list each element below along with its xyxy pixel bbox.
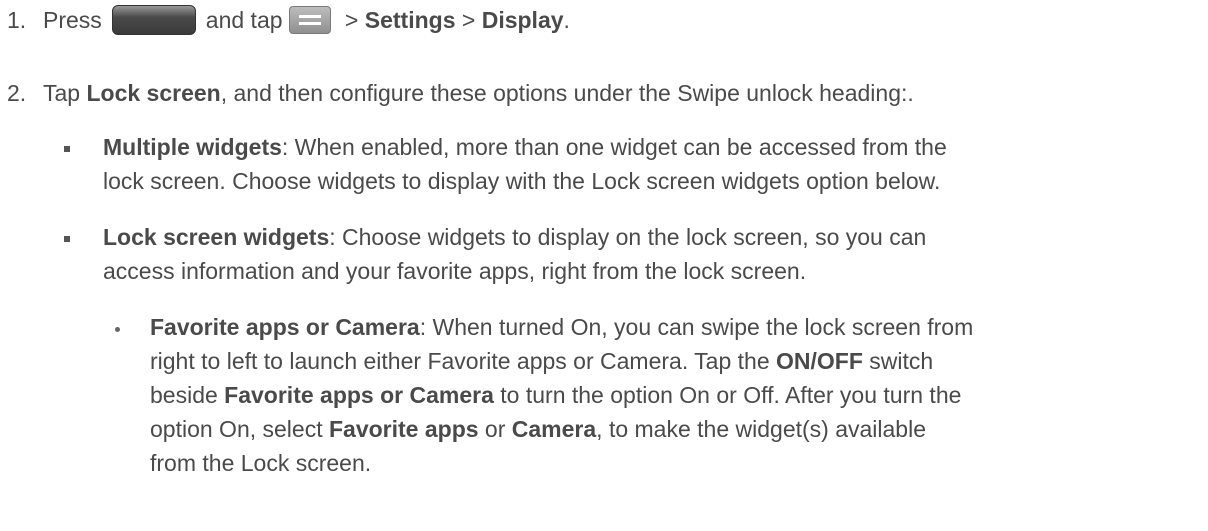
step-1-press-text: Press bbox=[43, 7, 102, 33]
display-label: Display bbox=[481, 7, 564, 33]
favorite-apps-or-camera-label: Favorite apps or Camera bbox=[224, 382, 494, 408]
step-2-tap-text: Tap bbox=[43, 80, 87, 106]
step-1-tap-text: and tap bbox=[205, 7, 283, 33]
option-multiple-widgets-desc-1: : When enabled, more than one widget can… bbox=[281, 134, 947, 160]
step-1-number: 1. bbox=[7, 7, 27, 33]
favorite-apps-label: Favorite apps bbox=[329, 416, 479, 442]
step-1-period: . bbox=[563, 7, 570, 33]
step-2-rest-text: , and then configure these options under… bbox=[220, 80, 914, 106]
option-multiple-widgets-line-2: lock screen. Choose widgets to display w… bbox=[103, 168, 941, 194]
suboption-desc-3a: beside bbox=[150, 382, 225, 408]
suboption-line-3: beside Favorite apps or Camera to turn t… bbox=[150, 378, 961, 412]
suboption-line-2: right to left to launch either Favorite … bbox=[150, 344, 933, 378]
lock-screen-label: Lock screen bbox=[86, 80, 221, 106]
step-1-text: Press and tap > Settings > Display. bbox=[43, 3, 570, 39]
suboption-line-4: option On, select Favorite apps or Camer… bbox=[150, 412, 926, 446]
option-lock-screen-widgets-line-1: Lock screen widgets: Choose widgets to d… bbox=[103, 220, 926, 254]
suboption-line-1: Favorite apps or Camera: When turned On,… bbox=[150, 310, 973, 344]
settings-label: Settings bbox=[364, 7, 456, 33]
step-1-sep-2: > bbox=[455, 7, 482, 33]
option-lock-screen-widgets-title: Lock screen widgets bbox=[103, 224, 330, 250]
step-1-sep-1: > bbox=[338, 7, 365, 33]
suboption-desc-4e: , to make the widget(s) available bbox=[596, 416, 926, 442]
suboption-desc-2c: switch bbox=[862, 348, 934, 374]
menu-key-icon bbox=[288, 5, 331, 34]
bullet-square bbox=[64, 146, 70, 152]
instruction-page: 1. Press and tap > Settings > Display. 2.… bbox=[0, 0, 1208, 531]
suboption-line-5: from the Lock screen. bbox=[150, 450, 372, 476]
bullet-dot bbox=[115, 327, 120, 332]
option-multiple-widgets-title: Multiple widgets bbox=[103, 134, 282, 160]
suboption-desc-1: : When turned On, you can swipe the lock… bbox=[419, 314, 974, 340]
home-key-icon bbox=[111, 4, 196, 35]
suboption-desc-4a: option On, select bbox=[150, 416, 329, 442]
step-2-text: Tap Lock screen, and then configure thes… bbox=[43, 76, 914, 110]
option-multiple-widgets-line-1: Multiple widgets: When enabled, more tha… bbox=[103, 130, 947, 164]
camera-label: Camera bbox=[511, 416, 597, 442]
bullet-square bbox=[64, 236, 70, 242]
on-off-label: ON/OFF bbox=[776, 348, 863, 374]
step-2-number: 2. bbox=[7, 80, 27, 106]
suboption-desc-2a: right to left to launch either Favorite … bbox=[150, 348, 777, 374]
suboption-desc-4c: or bbox=[478, 416, 512, 442]
option-lock-screen-widgets-line-2: access information and your favorite app… bbox=[103, 258, 807, 284]
suboption-desc-3c: to turn the option On or Off. After you … bbox=[493, 382, 962, 408]
suboption-title: Favorite apps or Camera bbox=[150, 314, 420, 340]
option-lock-screen-widgets-desc-1: : Choose widgets to display on the lock … bbox=[329, 224, 927, 250]
